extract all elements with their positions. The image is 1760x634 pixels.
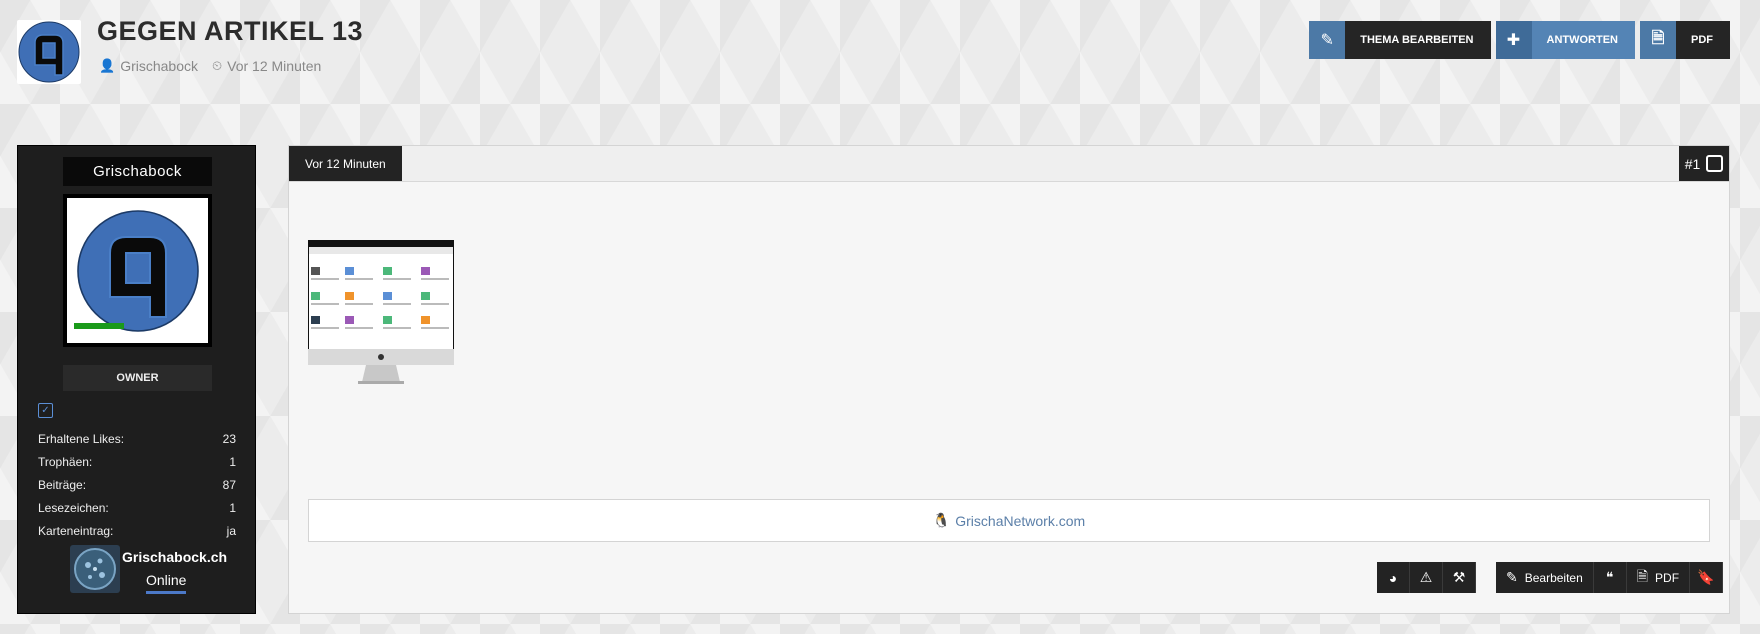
site-name[interactable]: Grischabock.ch — [122, 549, 227, 565]
user-icon: 👤 — [99, 58, 116, 73]
penguin-icon: 🐧 — [932, 512, 951, 528]
reply-label: ANTWORTEN — [1531, 21, 1635, 59]
site-status: Online — [146, 572, 187, 594]
post-number[interactable]: #1 — [1679, 146, 1729, 181]
globe-icon: ◕ — [1388, 569, 1398, 586]
bookmark-icon: 🔖 — [1697, 569, 1715, 585]
user-stats: Erhaltene Likes: 23 Trophäen: 1 Beiträge: 8… — [38, 427, 236, 542]
stat-label: Trophäen: — [38, 454, 93, 469]
user-sidebar: Grischabock OWNER ✓ Erhaltene Likes: 23 T… — [17, 145, 256, 614]
quote-button[interactable]: ❝ — [1593, 562, 1627, 593]
reply-button[interactable]: ✚ ANTWORTEN — [1495, 21, 1635, 59]
plus-icon: ✚ — [1495, 21, 1532, 59]
quote-icon: ❝ — [1606, 569, 1614, 585]
moderate-button[interactable]: ⚒ — [1443, 562, 1476, 593]
pdf-button[interactable]: 🗎 PDF — [1640, 21, 1730, 59]
clock-icon: ⏲ — [212, 58, 223, 73]
post-time[interactable]: Vor 12 Minuten — [289, 146, 402, 181]
stat-row[interactable]: Lesezeichen: 1 — [38, 496, 236, 519]
page-title: GEGEN ARTIKEL 13 — [97, 16, 364, 46]
pdf-file-icon: 🗎 — [1640, 21, 1676, 59]
sidebar-username[interactable]: Grischabock — [63, 157, 212, 186]
post-signature: 🐧 GrischaNetwork.com — [308, 499, 1710, 542]
stat-value: 1 — [229, 454, 236, 469]
edit-post-label: Bearbeiten — [1524, 570, 1583, 585]
time-meta: ⏲ Vor 12 Minuten — [212, 58, 321, 74]
site-logo[interactable] — [17, 20, 81, 84]
edit-thread-label: THEMA BEARBEITEN — [1345, 21, 1491, 59]
post-select-checkbox[interactable] — [1706, 155, 1724, 172]
pencil-icon: ✎ — [1506, 569, 1518, 585]
stat-row[interactable]: Trophäen: 1 — [38, 450, 236, 473]
post-card: Vor 12 Minuten #1 🐧 GrischaNetwork.com ◕… — [288, 145, 1730, 614]
pdf-file-icon: 🗎 — [1636, 567, 1649, 584]
grisch-logo-icon — [18, 21, 80, 83]
post-pdf-label: PDF — [1655, 570, 1680, 585]
stat-label: Beiträge: — [38, 477, 87, 492]
user-rank-badge: OWNER — [63, 365, 212, 391]
stat-value: 87 — [222, 477, 236, 492]
stat-row[interactable]: Erhaltene Likes: 23 — [38, 427, 236, 450]
report-button[interactable]: ⚠ — [1410, 562, 1443, 593]
post-moderation-actions: ◕ ⚠ ⚒ — [1377, 562, 1476, 593]
grisch-avatar-icon — [76, 209, 199, 332]
imac-screenshot-image — [308, 240, 454, 384]
post-number-label: #1 — [1684, 155, 1701, 172]
author-name: Grischabock — [120, 58, 198, 74]
stat-value: 1 — [229, 500, 236, 515]
warning-icon: ⚠ — [1419, 569, 1433, 585]
stat-label: Erhaltene Likes: — [38, 431, 125, 446]
site-badge-icon[interactable] — [70, 545, 120, 593]
stat-row[interactable]: Beiträge: 87 — [38, 473, 236, 496]
stat-label: Karteneintrag: — [38, 523, 114, 538]
verified-check-icon: ✓ — [38, 403, 53, 418]
gavel-icon: ⚒ — [1452, 569, 1466, 585]
avatar[interactable] — [63, 194, 212, 347]
post-actions: ✎ Bearbeiten ❝ 🗎 PDF 🔖 — [1496, 562, 1724, 593]
post-image[interactable] — [308, 240, 454, 385]
thread-meta: 👤 Grischabock ⏲ Vor 12 Minuten — [99, 58, 321, 74]
online-indicator — [74, 323, 124, 329]
author-meta[interactable]: 👤 Grischabock — [99, 58, 198, 74]
pencil-icon: ✎ — [1309, 21, 1346, 59]
edit-post-button[interactable]: ✎ Bearbeiten — [1496, 562, 1594, 593]
signature-link[interactable]: GrischaNetwork.com — [955, 513, 1085, 529]
thread-time: Vor 12 Minuten — [227, 58, 322, 74]
thread-actions: ✎ THEMA BEARBEITEN ✚ ANTWORTEN 🗎 PDF — [1309, 21, 1730, 59]
post-header: Vor 12 Minuten #1 — [289, 146, 1729, 182]
bookmark-button[interactable]: 🔖 — [1690, 562, 1724, 593]
avatar-image — [67, 198, 208, 343]
stat-value: ja — [226, 523, 236, 538]
stat-value: 23 — [222, 431, 236, 446]
pdf-label: PDF — [1676, 21, 1730, 59]
globe-button[interactable]: ◕ — [1377, 562, 1410, 593]
stat-label: Lesezeichen: — [38, 500, 109, 515]
stat-row[interactable]: Karteneintrag: ja — [38, 519, 236, 542]
edit-thread-button[interactable]: ✎ THEMA BEARBEITEN — [1309, 21, 1491, 59]
post-pdf-button[interactable]: 🗎 PDF — [1626, 562, 1691, 593]
